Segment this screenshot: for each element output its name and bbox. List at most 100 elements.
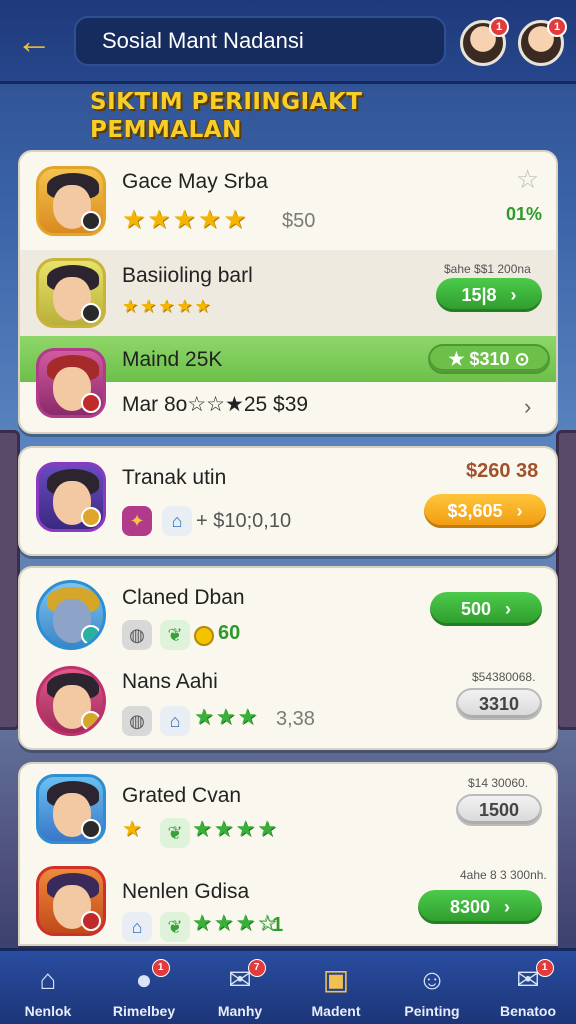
nav-item-messages[interactable]: ✉ 1 Benatoo: [480, 951, 576, 1024]
list-item[interactable]: Claned Dban ◍ ❦ 60 500 ›: [20, 568, 556, 660]
coin-stack-icon: ◍: [122, 620, 152, 650]
chevron-right-icon[interactable]: ›: [524, 394, 531, 420]
buy-button-label: $3,605: [447, 500, 503, 521]
reward-value: 3,38: [276, 708, 315, 730]
nav-label: Rimelbey: [112, 1003, 176, 1019]
player-card-4: Grated Cvan ★ ❦ ★★★★ $14 30060. 1500 Nen…: [18, 762, 558, 946]
price-detail: $14 30060.: [468, 776, 529, 790]
player-avatar: [36, 348, 106, 418]
player-avatar: [36, 580, 106, 650]
rating-stars: ★★★: [194, 704, 260, 729]
chevron-right-icon: ›: [504, 896, 511, 917]
list-item[interactable]: Nans Aahi ◍ ⌂ ★★★ 3,38 $54380068. 3310: [20, 660, 556, 748]
player-avatar: [36, 462, 106, 532]
star-icon[interactable]: ☆: [516, 164, 539, 195]
player-name: Claned Dban: [122, 586, 245, 609]
buy-button[interactable]: $3,605 ›: [424, 494, 546, 528]
profile-icon: ☺: [417, 964, 447, 995]
notification-badge: 7: [247, 959, 266, 977]
nav-item-home[interactable]: ⌂ Nenlok: [0, 951, 96, 1024]
castle-icon: ⌂: [162, 506, 192, 536]
price-detail: $ahe $$1 200na: [444, 262, 531, 276]
coin-value: 60: [218, 622, 241, 644]
list-item[interactable]: Tranak utin ✦ ⌂ + $10;0,10 $260 38 $3,60…: [20, 448, 556, 554]
leaf-icon: ❦: [160, 818, 190, 848]
nav-label: Peinting: [404, 1003, 460, 1019]
castle-icon: ⌂: [160, 706, 190, 736]
guild-emblem-icon: ⌂: [122, 912, 152, 942]
percent-label: 01%: [506, 204, 543, 224]
rating-stars: ★: [122, 816, 144, 841]
price-detail: 4ahe 8 3 300nh.: [460, 868, 547, 882]
player-avatar: [36, 866, 106, 936]
notification-badge: 1: [535, 959, 554, 977]
chest-icon: ▣: [322, 964, 350, 995]
player-name: Gace May Srba: [122, 170, 268, 193]
nav-item-mail[interactable]: ✉ 7 Manhy: [192, 951, 288, 1024]
rating-stars: ★★★★★: [122, 296, 213, 316]
list-item[interactable]: Basiioling barl ★★★★★ $ahe $$1 200na 15|…: [20, 250, 556, 336]
price-button[interactable]: 1500: [456, 794, 542, 826]
nav-item-chest[interactable]: ▣ Madent: [288, 951, 384, 1024]
reward-value: 1: [272, 914, 284, 936]
buy-button-label: 500: [460, 598, 492, 619]
player-card-2: Tranak utin ✦ ⌂ + $10;0,10 $260 38 $3,60…: [18, 446, 558, 556]
nav-item-profile[interactable]: ☺ Peinting: [384, 951, 480, 1024]
player-card-3: Claned Dban ◍ ❦ 60 500 › Nans Aahi ◍ ⌂ ★★…: [18, 566, 558, 750]
nav-label: Nenlok: [24, 1003, 72, 1019]
friend-avatar-1[interactable]: 1: [460, 17, 509, 66]
section-title-line2: PEMMALAN: [90, 117, 242, 143]
buy-button[interactable]: 15|8 ›: [436, 278, 542, 312]
nav-label: Benatoo: [500, 1003, 556, 1019]
buy-button-label: 8300: [449, 896, 491, 917]
list-item[interactable]: Grated Cvan ★ ❦ ★★★★ $14 30060. 1500: [20, 764, 556, 856]
chevron-right-icon: ›: [510, 284, 517, 305]
guild-emblem-icon: ✦: [122, 506, 152, 536]
buy-button[interactable]: 8300 ›: [418, 890, 542, 924]
price-button[interactable]: 3310: [456, 688, 542, 720]
leaf-icon: ❦: [160, 620, 190, 650]
price-button[interactable]: ★ $310 ⊙: [428, 344, 550, 374]
list-item[interactable]: Nenlen Gdisa ⌂ ❦ ★★★☆ 1 4ahe 8 3 300nh. …: [20, 856, 556, 944]
player-name: Basiioling barl: [122, 264, 253, 287]
back-arrow-icon[interactable]: ←: [12, 19, 56, 63]
section-title-line1: SIKTIM PERIINGIAKT: [90, 89, 363, 115]
search-field[interactable]: Sosial Mant Nadansi: [74, 15, 446, 66]
player-avatar: [36, 258, 106, 328]
player-name: Grated Cvan: [122, 784, 242, 807]
buy-button[interactable]: 500 ›: [430, 592, 542, 626]
nav-label: Manhy: [217, 1003, 263, 1019]
nav-item-chat[interactable]: ● 1 Rimelbey: [96, 951, 192, 1024]
list-item[interactable]: Maind 25K ★ $310 ⊙ Mar 8o☆☆★25 $39 ›: [20, 336, 556, 432]
gold-coin-icon: [194, 626, 214, 646]
notification-badge: 1: [489, 17, 509, 37]
player-card-1: Gace May Srba ★★★★★ $50 ☆ 01% Basiioling…: [18, 150, 558, 434]
player-avatar: [36, 666, 106, 736]
top-header: ← Sosial Mant Nadansi 1 1: [0, 0, 576, 84]
player-name: Nenlen Gdisa: [122, 880, 250, 903]
castle-tower-left: [0, 430, 20, 730]
friend-avatar-2[interactable]: 1: [518, 17, 567, 66]
player-avatar: [36, 166, 106, 236]
coin-stack-icon: ◍: [122, 706, 152, 736]
price-label: $50: [282, 210, 316, 232]
chevron-right-icon: ›: [516, 500, 523, 521]
player-avatar: [36, 774, 106, 844]
nav-label: Madent: [311, 1003, 361, 1019]
rating-stars-green: ★★★★: [192, 816, 279, 841]
price-detail: $54380068.: [472, 670, 536, 684]
list-item[interactable]: Gace May Srba ★★★★★ $50 ☆ 01%: [20, 152, 556, 250]
section-title: SIKTIM PERIINGIAKT PEMMALAN: [90, 88, 390, 144]
player-name: Maind 25K: [122, 348, 223, 371]
price-label: $260 38: [466, 460, 539, 482]
home-icon: ⌂: [39, 964, 57, 995]
rating-stars-green: ★★★☆: [192, 910, 279, 935]
bottom-nav: ⌂ Nenlok ● 1 Rimelbey ✉ 7 Manhy ▣ Madent…: [0, 948, 576, 1024]
player-name: Nans Aahi: [122, 670, 218, 693]
chevron-right-icon: ›: [505, 598, 512, 619]
leaf-icon: ❦: [160, 912, 190, 942]
reward-value: + $10;0,10: [196, 510, 292, 532]
notification-badge: 1: [151, 959, 170, 977]
rating-stars: ★★★★★: [122, 204, 249, 234]
player-name: Tranak utin: [122, 466, 227, 489]
